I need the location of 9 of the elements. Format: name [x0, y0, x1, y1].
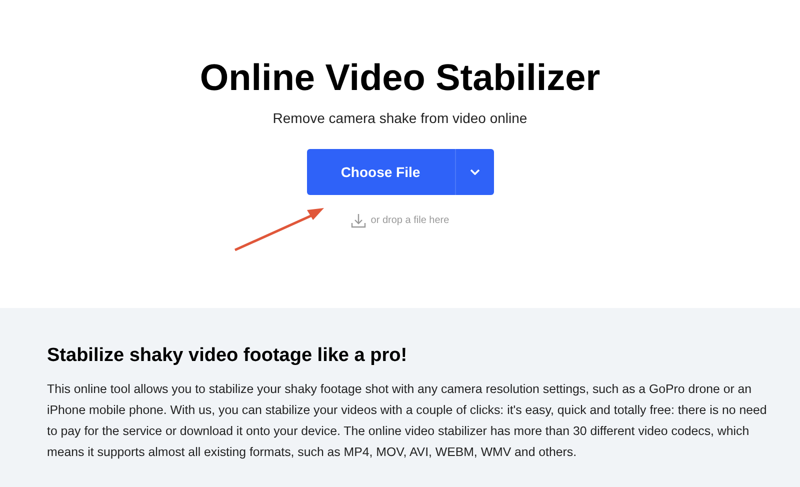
download-icon: [350, 213, 366, 228]
dropdown-button[interactable]: [454, 149, 494, 195]
page-title: Online Video Stabilizer: [200, 56, 600, 100]
chevron-down-icon: [470, 169, 480, 175]
section-heading: Stabilize shaky video footage like a pro!: [47, 344, 408, 368]
page-subtitle: Remove camera shake from video online: [272, 109, 528, 128]
drop-hint: or drop a file here: [370, 214, 450, 228]
choose-file-button[interactable]: Choose File: [306, 149, 454, 195]
description-paragraph: This online tool allows you to stabilize your shaky footage shot with any camera resolution settings, such as a GoPro drone or an iPhone mobile phone. With us, you can stabilize your videos with a couple of clicks: it's easy, quick and totally free: there is no need to pay for the service or download it onto your device. The online video stabilizer has more than 30 different video codecs, which means it supports almost all existing formats, such as MP4, MOV, AVI, WEBM, WMV and others.: [47, 381, 767, 461]
